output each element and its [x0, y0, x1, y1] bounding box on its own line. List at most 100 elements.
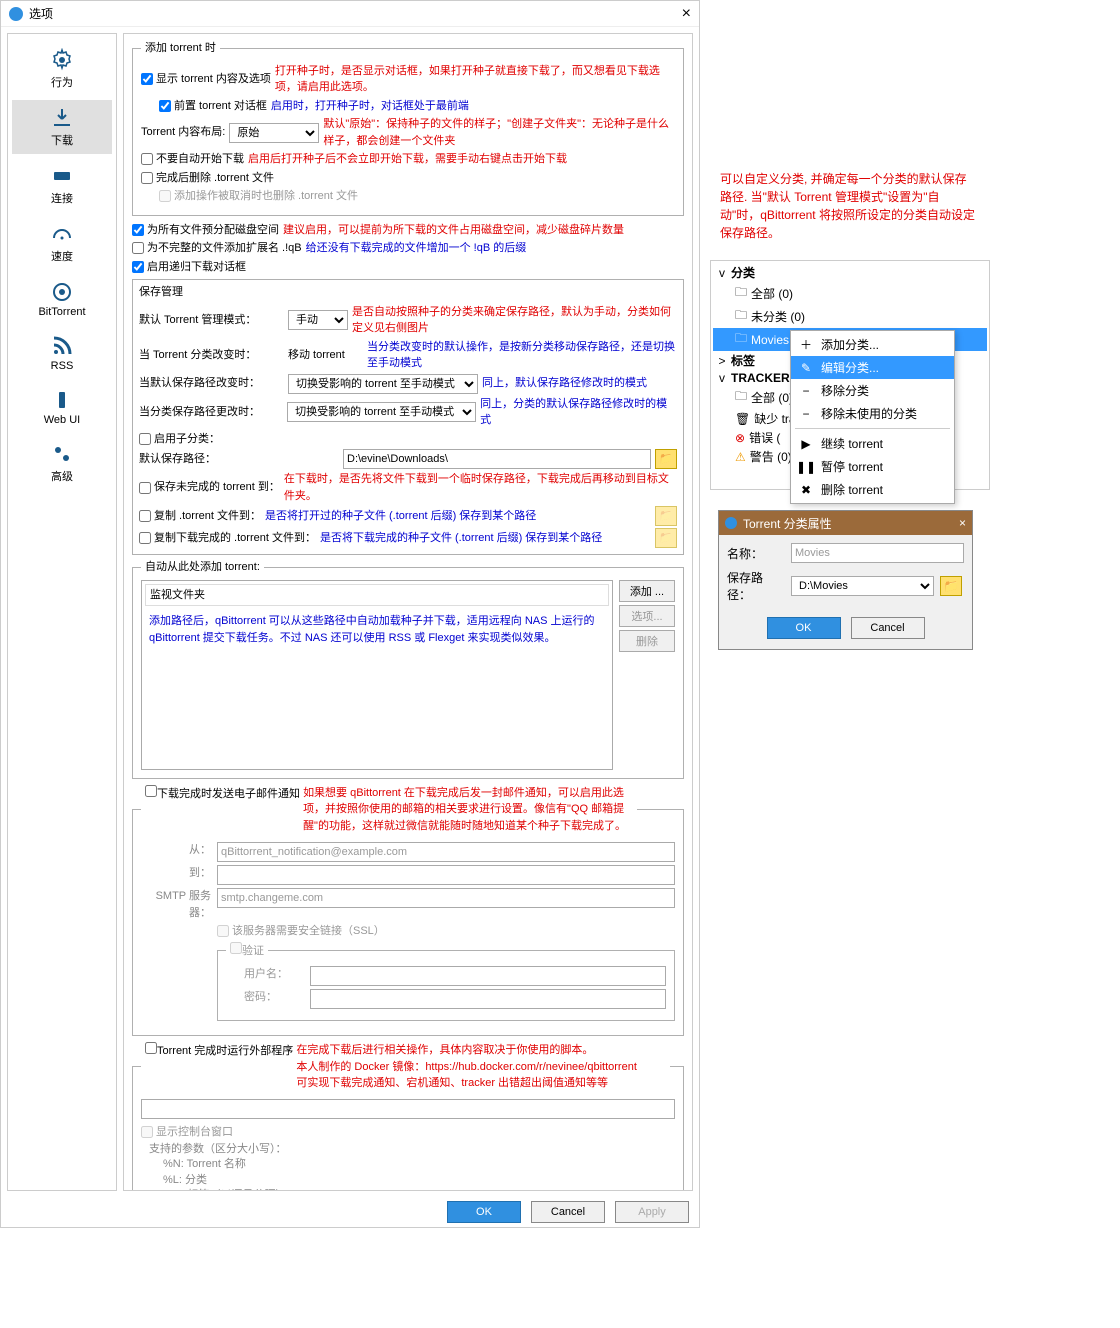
- sidebar-item-Web UI[interactable]: Web UI: [12, 382, 111, 432]
- email-group: 下载完成时发送电子邮件通知 如果想要 qBittorrent 在下载完成后发一封…: [132, 785, 684, 1037]
- copy-finished-ann: 是否将下载完成的种子文件 (.torrent 后缀) 保存到某个路径: [320, 530, 651, 547]
- tree-category-item[interactable]: 🗀 未分类 (0): [713, 305, 987, 328]
- edit-icon: ✎: [799, 361, 813, 375]
- ctx-delete[interactable]: ✖删除 torrent: [791, 478, 954, 501]
- no-autostart-ann: 启用后打开种子后不会立即开始下载，需要手动右键点击开始下载: [248, 151, 567, 168]
- download-icon: [50, 106, 74, 130]
- sidebar-item-高级[interactable]: 高级: [12, 436, 111, 490]
- sidebar-item-label: RSS: [51, 360, 74, 372]
- close-icon[interactable]: ×: [959, 516, 966, 530]
- ctx-resume[interactable]: ▶继续 torrent: [791, 432, 954, 455]
- tree-category-item[interactable]: 🗀 全部 (0): [713, 282, 987, 305]
- display-content-ann: 打开种子时，是否显示对话框，如果打开种子就直接下载了，而又想看见下载选项，请启用…: [275, 63, 675, 96]
- default-save-input[interactable]: [343, 449, 651, 469]
- copy-finished-checkbox[interactable]: 复制下载完成的 .torrent 文件到：: [139, 530, 316, 547]
- layout-label: Torrent 内容布局:: [141, 124, 225, 141]
- autoadd-legend: 自动从此处添加 torrent:: [141, 559, 264, 576]
- sidebar-item-下载[interactable]: 下载: [12, 100, 111, 154]
- mode-ann: 是否自动按照种子的分类来确定保存路径，默认为手动，分类如何定义见右侧图片: [352, 304, 677, 337]
- sidebar-item-label: 行为: [51, 74, 73, 90]
- to-input: [217, 865, 675, 885]
- subcat-checkbox[interactable]: 启用子分类：: [139, 431, 220, 448]
- adv-icon: [50, 442, 74, 466]
- warn-icon: ⚠: [735, 450, 746, 464]
- sidebar-item-BitTorrent[interactable]: BitTorrent: [12, 274, 111, 324]
- app-icon: [9, 7, 23, 21]
- web-icon: [50, 388, 74, 412]
- email-checkbox[interactable]: 下载完成时发送电子邮件通知: [145, 788, 300, 800]
- cat-change-ann: 当分类改变时的默认操作，是按新分类移动保存路径，还是切换至手动模式: [367, 339, 677, 372]
- sidebar-item-速度[interactable]: 速度: [12, 216, 111, 270]
- prop-title: Torrent 分类属性: [743, 515, 832, 532]
- prop-ok-button[interactable]: OK: [767, 617, 841, 639]
- layout-select[interactable]: 原始: [229, 123, 319, 143]
- browse-button[interactable]: 📁: [655, 449, 677, 469]
- prealloc-checkbox[interactable]: 为所有文件预分配磁盘空间: [132, 222, 279, 239]
- watch-folder-list[interactable]: 监视文件夹 添加路径后，qBittorrent 可以从这些路径中自动加载种子并下…: [141, 580, 613, 770]
- prop-cancel-button[interactable]: Cancel: [851, 617, 925, 639]
- sidebar: 行为下载连接速度 BitTorrent RSS Web UI 高级: [7, 33, 117, 1191]
- browse-button[interactable]: 📁: [655, 506, 677, 526]
- options-dialog: 选项 × 行为下载连接速度BitTorrentRSSWeb UI高级 添加 to…: [0, 0, 700, 1228]
- path-select[interactable]: D:\Movies: [791, 576, 934, 596]
- gauge-icon: [50, 222, 74, 246]
- minus-icon: −: [799, 407, 813, 421]
- runprog-checkbox[interactable]: Torrent 完成时运行外部程序: [145, 1045, 293, 1057]
- trash-icon: 🗑: [735, 412, 750, 426]
- ok-button[interactable]: OK: [447, 1201, 521, 1223]
- def-path-change-label: 当默认保存路径改变时：: [139, 375, 284, 392]
- sidebar-item-label: 速度: [51, 248, 73, 264]
- folder-icon: 🗀: [735, 306, 747, 327]
- sidebar-item-连接[interactable]: 连接: [12, 158, 111, 212]
- autoadd-group: 自动从此处添加 torrent: 监视文件夹 添加路径后，qBittorrent…: [132, 559, 684, 779]
- cancel-button[interactable]: Cancel: [531, 1201, 605, 1223]
- ctx-pause[interactable]: ❚❚暂停 torrent: [791, 455, 954, 478]
- smtp-input: [217, 888, 675, 908]
- save-mgmt-legend: 保存管理: [139, 284, 677, 301]
- name-input: [791, 543, 964, 563]
- def-path-change-ann: 同上，默认保存路径修改时的模式: [482, 375, 647, 392]
- recur-checkbox[interactable]: 启用递归下载对话框: [132, 259, 246, 276]
- tree-categories-header[interactable]: v分类: [713, 263, 987, 282]
- network-icon: [50, 164, 74, 188]
- folder-icon: 🗀: [735, 387, 747, 408]
- add-watch-button[interactable]: 添加 ...: [619, 580, 675, 602]
- copy-torrent-ann: 是否将打开过的种子文件 (.torrent 后缀) 保存到某个路径: [265, 508, 651, 525]
- sidebar-item-label: 高级: [51, 468, 73, 484]
- layout-ann: 默认"原始"：保持种子的文件的样子；"创建子文件夹"：无论种子是什么样子，都会创…: [323, 116, 675, 149]
- runprog-group: Torrent 完成时运行外部程序 在完成下载后进行相关操作，具体内容取决于你使…: [132, 1042, 684, 1191]
- ctx-remove-unused[interactable]: −移除未使用的分类: [791, 402, 954, 425]
- pass-label: 密码：: [244, 989, 304, 1009]
- folder-icon: 🗀: [735, 329, 747, 350]
- browse-button[interactable]: 📁: [940, 576, 962, 596]
- incomplete-ann: 在下载时，是否先将文件下载到一个临时保存路径，下载完成后再移动到目标文件夹。: [284, 471, 677, 504]
- bring-front-checkbox[interactable]: 前置 torrent 对话框: [159, 98, 267, 115]
- ctx-remove-category[interactable]: −移除分类: [791, 379, 954, 402]
- email-ann: 如果想要 qBittorrent 在下载完成后发一封邮件通知，可以启用此选项，并…: [303, 785, 633, 835]
- no-autostart-checkbox[interactable]: 不要自动开始下载: [141, 151, 244, 168]
- sidebar-item-行为[interactable]: 行为: [12, 42, 111, 96]
- user-input: [310, 966, 666, 986]
- sidebar-item-RSS[interactable]: RSS: [12, 328, 111, 378]
- content: 添加 torrent 时 显示 torrent 内容及选项 打开种子时，是否显示…: [123, 33, 693, 1191]
- close-icon[interactable]: ×: [682, 5, 691, 23]
- ctx-edit-category[interactable]: ✎编辑分类...: [791, 356, 954, 379]
- category-properties-dialog: Torrent 分类属性 × 名称： 保存路径： D:\Movies 📁 OK …: [718, 510, 973, 650]
- suffix-checkbox[interactable]: 为不完整的文件添加扩展名 .!qB: [132, 240, 302, 257]
- apply-button: Apply: [615, 1201, 689, 1223]
- cat-path-change-select[interactable]: 切换受影响的 torrent 至手动模式: [287, 402, 476, 422]
- browse-button[interactable]: 📁: [655, 528, 677, 548]
- watch-folder-header: 监视文件夹: [145, 584, 609, 607]
- mode-select[interactable]: 手动: [288, 310, 348, 330]
- name-label: 名称：: [727, 545, 785, 562]
- def-path-change-select[interactable]: 切换受影响的 torrent 至手动模式: [288, 374, 478, 394]
- show-console-checkbox: 显示控制台窗口: [141, 1124, 233, 1141]
- sidebar-item-label: 下载: [51, 132, 73, 148]
- delete-after-checkbox[interactable]: 完成后删除 .torrent 文件: [141, 170, 274, 187]
- copy-torrent-checkbox[interactable]: 复制 .torrent 文件到：: [139, 508, 261, 525]
- del-watch-button: 删除: [619, 630, 675, 652]
- incomplete-checkbox[interactable]: 保存未完成的 torrent 到：: [139, 479, 280, 496]
- from-label: 从：: [141, 842, 211, 862]
- ctx-add-category[interactable]: ＋添加分类...: [791, 333, 954, 356]
- display-content-checkbox[interactable]: 显示 torrent 内容及选项: [141, 71, 271, 88]
